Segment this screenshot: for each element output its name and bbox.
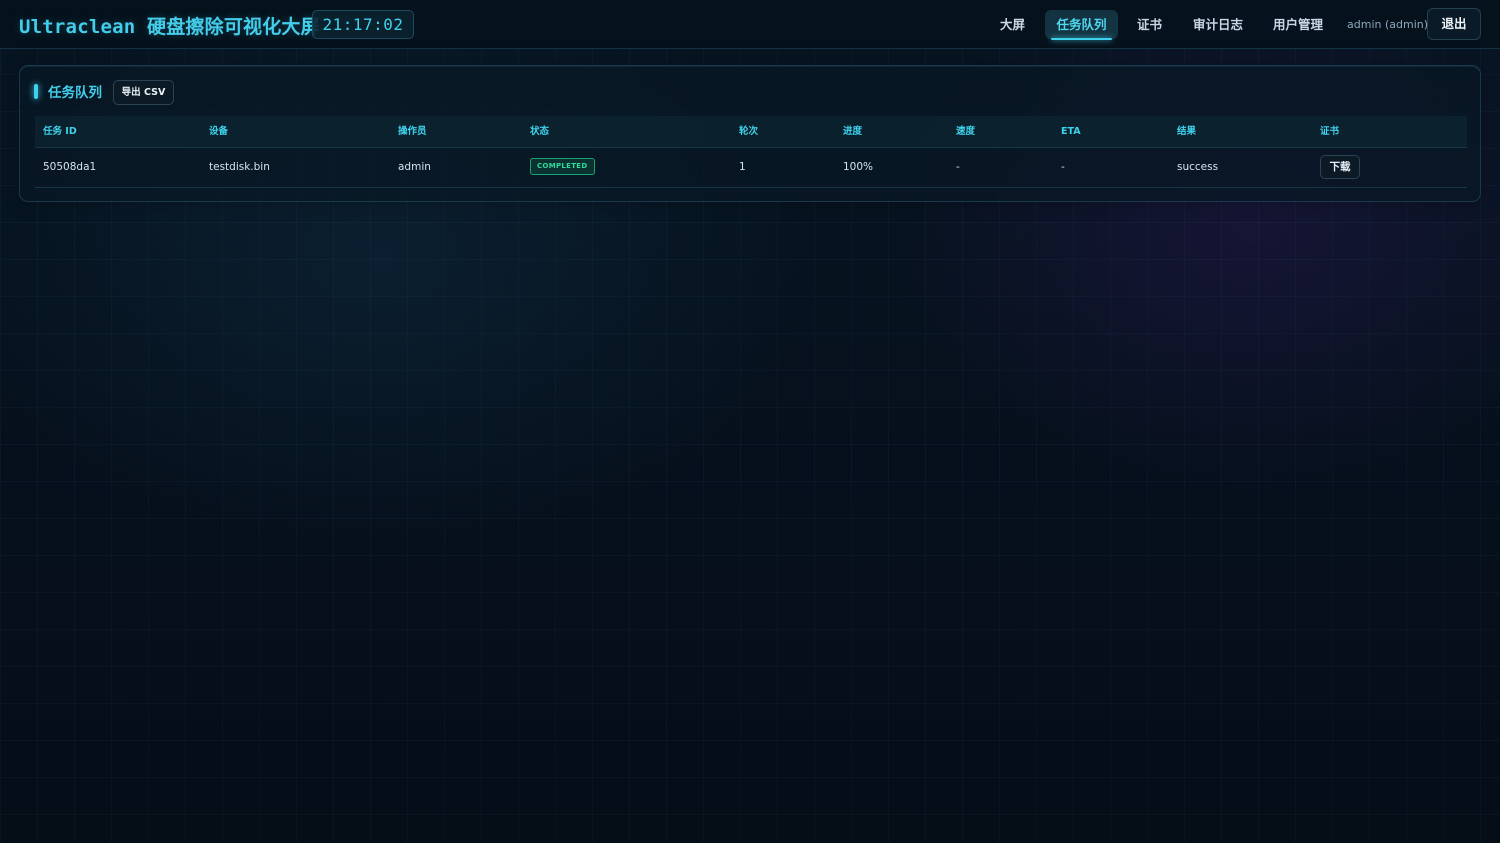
top-bar: Ultraclean 硬盘擦除可视化大屏 21:17:02 大屏 任务队列 证书… xyxy=(0,0,1500,49)
cell-task-id: 50508da1 xyxy=(43,161,97,173)
nav-audit-log[interactable]: 审计日志 xyxy=(1193,10,1243,39)
table-header: 任务 ID 设备 操作员 状态 轮次 进度 速度 ETA 结果 证书 xyxy=(35,116,1467,148)
cell-progress: 100% xyxy=(843,161,874,173)
cell-speed: - xyxy=(956,161,960,173)
app-title: Ultraclean 硬盘擦除可视化大屏 xyxy=(19,16,320,38)
export-csv-button[interactable]: 导出 CSV xyxy=(113,80,174,105)
nav-dashboard[interactable]: 大屏 xyxy=(1000,10,1025,39)
nav-user-management[interactable]: 用户管理 xyxy=(1273,10,1323,39)
cell-result: success xyxy=(1177,161,1219,173)
column-header-task-id: 任务 ID xyxy=(43,126,77,137)
nav-certificates[interactable]: 证书 xyxy=(1137,10,1162,39)
logout-button[interactable]: 退出 xyxy=(1427,8,1481,40)
column-header-pass: 轮次 xyxy=(739,126,759,137)
column-header-eta: ETA xyxy=(1061,126,1081,137)
table-row: 50508da1 testdisk.bin admin COMPLETED 1 … xyxy=(35,147,1467,188)
task-queue-panel: 任务队列 导出 CSV 任务 ID 设备 操作员 状态 轮次 进度 速度 ETA… xyxy=(19,65,1481,202)
cell-pass: 1 xyxy=(739,161,746,173)
nav-task-queue[interactable]: 任务队列 xyxy=(1045,10,1118,40)
cell-operator: admin xyxy=(398,161,431,173)
current-user: admin (admin) xyxy=(1347,18,1429,31)
column-header-result: 结果 xyxy=(1177,126,1197,137)
column-header-operator: 操作员 xyxy=(398,126,427,137)
column-header-status: 状态 xyxy=(530,126,550,137)
cell-eta: - xyxy=(1061,161,1065,173)
panel-title: 任务队列 xyxy=(48,85,102,101)
column-header-device: 设备 xyxy=(209,126,229,137)
download-certificate-button[interactable]: 下载 xyxy=(1320,155,1360,179)
column-header-progress: 进度 xyxy=(843,126,863,137)
cell-device: testdisk.bin xyxy=(209,161,270,173)
column-header-certificate: 证书 xyxy=(1320,126,1340,137)
clock-display: 21:17:02 xyxy=(312,10,414,39)
column-header-speed: 速度 xyxy=(956,126,976,137)
panel-title-marker xyxy=(34,84,38,99)
status-badge: COMPLETED xyxy=(530,158,595,175)
